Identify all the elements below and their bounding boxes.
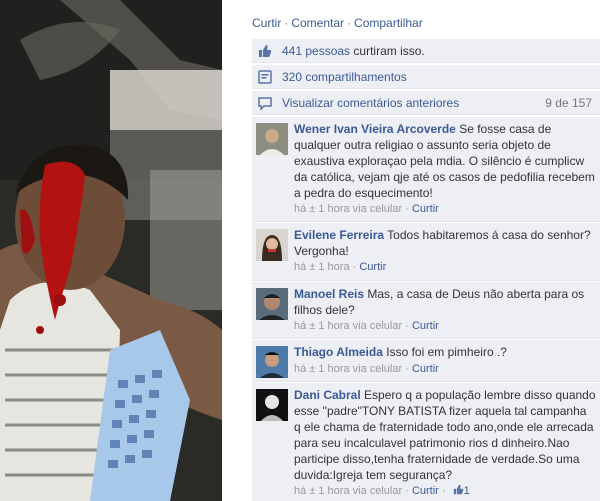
avatar[interactable]	[256, 123, 288, 155]
view-previous-link[interactable]: Visualizar comentários anteriores	[282, 96, 459, 110]
comment-time: há ± 1 hora via celular	[294, 320, 403, 332]
comment-text: Espero q a população lembre disso quando…	[294, 388, 596, 482]
comment-body: Dani Cabral Espero q a população lembre …	[294, 387, 596, 483]
comment-author[interactable]: Manoel Reis	[294, 287, 364, 301]
comment-page-count: 9 de 157	[545, 96, 592, 110]
likes-row: 441 pessoas curtiram isso.	[252, 39, 600, 63]
comment-like-link[interactable]: Curtir	[359, 261, 386, 273]
comment-body: Manoel Reis Mas, a casa de Deus não aber…	[294, 286, 596, 318]
comment-text: Isso foi em pimheiro .?	[382, 345, 507, 359]
comment-like-link[interactable]: Curtir	[412, 363, 439, 375]
likes-suffix: curtiram isso.	[350, 44, 425, 58]
share-link[interactable]: Compartilhar	[354, 16, 423, 30]
feedback-panel: Curtir · Comentar · Compartilhar 441 pessoas…	[246, 0, 600, 501]
comment-author[interactable]: Evilene Ferreira	[294, 228, 384, 242]
comment-item: Manoel Reis Mas, a casa de Deus não aber…	[252, 282, 600, 339]
comment-like-link[interactable]: Curtir	[412, 320, 439, 332]
comment-meta: há ± 1 hora via celular · Curtir	[294, 363, 439, 375]
separator: ·	[284, 16, 289, 30]
comment-item: Thiago Almeida Isso foi em pimheiro .? h…	[252, 340, 600, 382]
comment-bubble-icon	[258, 97, 272, 110]
share-icon	[258, 70, 272, 84]
comment-meta: há ± 1 hora via celular · Curtir	[294, 320, 439, 332]
comment-item: Dani Cabral Espero q a população lembre …	[252, 383, 600, 501]
comment-body: Thiago Almeida Isso foi em pimheiro .?	[294, 344, 596, 360]
shares-link[interactable]: 320 compartilhamentos	[282, 70, 407, 84]
separator: ·	[347, 16, 352, 30]
comment-author[interactable]: Thiago Almeida	[294, 345, 383, 359]
comment-author[interactable]: Dani Cabral	[294, 388, 361, 402]
thumbs-up-icon	[259, 45, 272, 57]
comment-author[interactable]: Wener Ivan Vieira Arcoverde	[294, 122, 456, 136]
comment-like-count[interactable]: 1	[464, 485, 470, 497]
comment-body: Evilene Ferreira Todos habitaremos á cas…	[294, 227, 596, 259]
comment-time: há ± 1 hora via celular	[294, 203, 403, 215]
comment-link[interactable]: Comentar	[291, 16, 344, 30]
comment-body: Wener Ivan Vieira Arcoverde Se fosse cas…	[294, 121, 596, 201]
comment-item: Evilene Ferreira Todos habitaremos á cas…	[252, 223, 600, 281]
avatar[interactable]	[256, 229, 288, 261]
post-actions: Curtir · Comentar · Compartilhar	[252, 16, 423, 30]
comment-like-link[interactable]: Curtir	[412, 485, 439, 497]
comment-time: há ± 1 hora	[294, 261, 350, 273]
avatar[interactable]	[256, 288, 288, 320]
photo-illustration	[0, 0, 222, 501]
comment-meta: há ± 1 hora · Curtir	[294, 261, 387, 273]
like-link[interactable]: Curtir	[252, 16, 281, 30]
avatar[interactable]	[256, 389, 288, 421]
comment-time: há ± 1 hora via celular	[294, 485, 403, 497]
comment-time: há ± 1 hora via celular	[294, 363, 403, 375]
comment-item: Wener Ivan Vieira Arcoverde Se fosse cas…	[252, 117, 600, 222]
avatar[interactable]	[256, 346, 288, 378]
likes-text: 441 pessoas curtiram isso.	[282, 44, 425, 58]
view-previous-row: Visualizar comentários anteriores 9 de 1…	[252, 91, 600, 115]
comment-like-link[interactable]: Curtir	[412, 203, 439, 215]
shares-row[interactable]: 320 compartilhamentos	[252, 65, 600, 89]
comment-meta: há ± 1 hora via celular · Curtir · 1	[294, 484, 470, 497]
post-photo[interactable]	[0, 0, 222, 501]
comment-meta: há ± 1 hora via celular · Curtir	[294, 203, 439, 215]
likes-count-link[interactable]: 441 pessoas	[282, 44, 350, 58]
thumbs-up-icon	[453, 484, 463, 495]
